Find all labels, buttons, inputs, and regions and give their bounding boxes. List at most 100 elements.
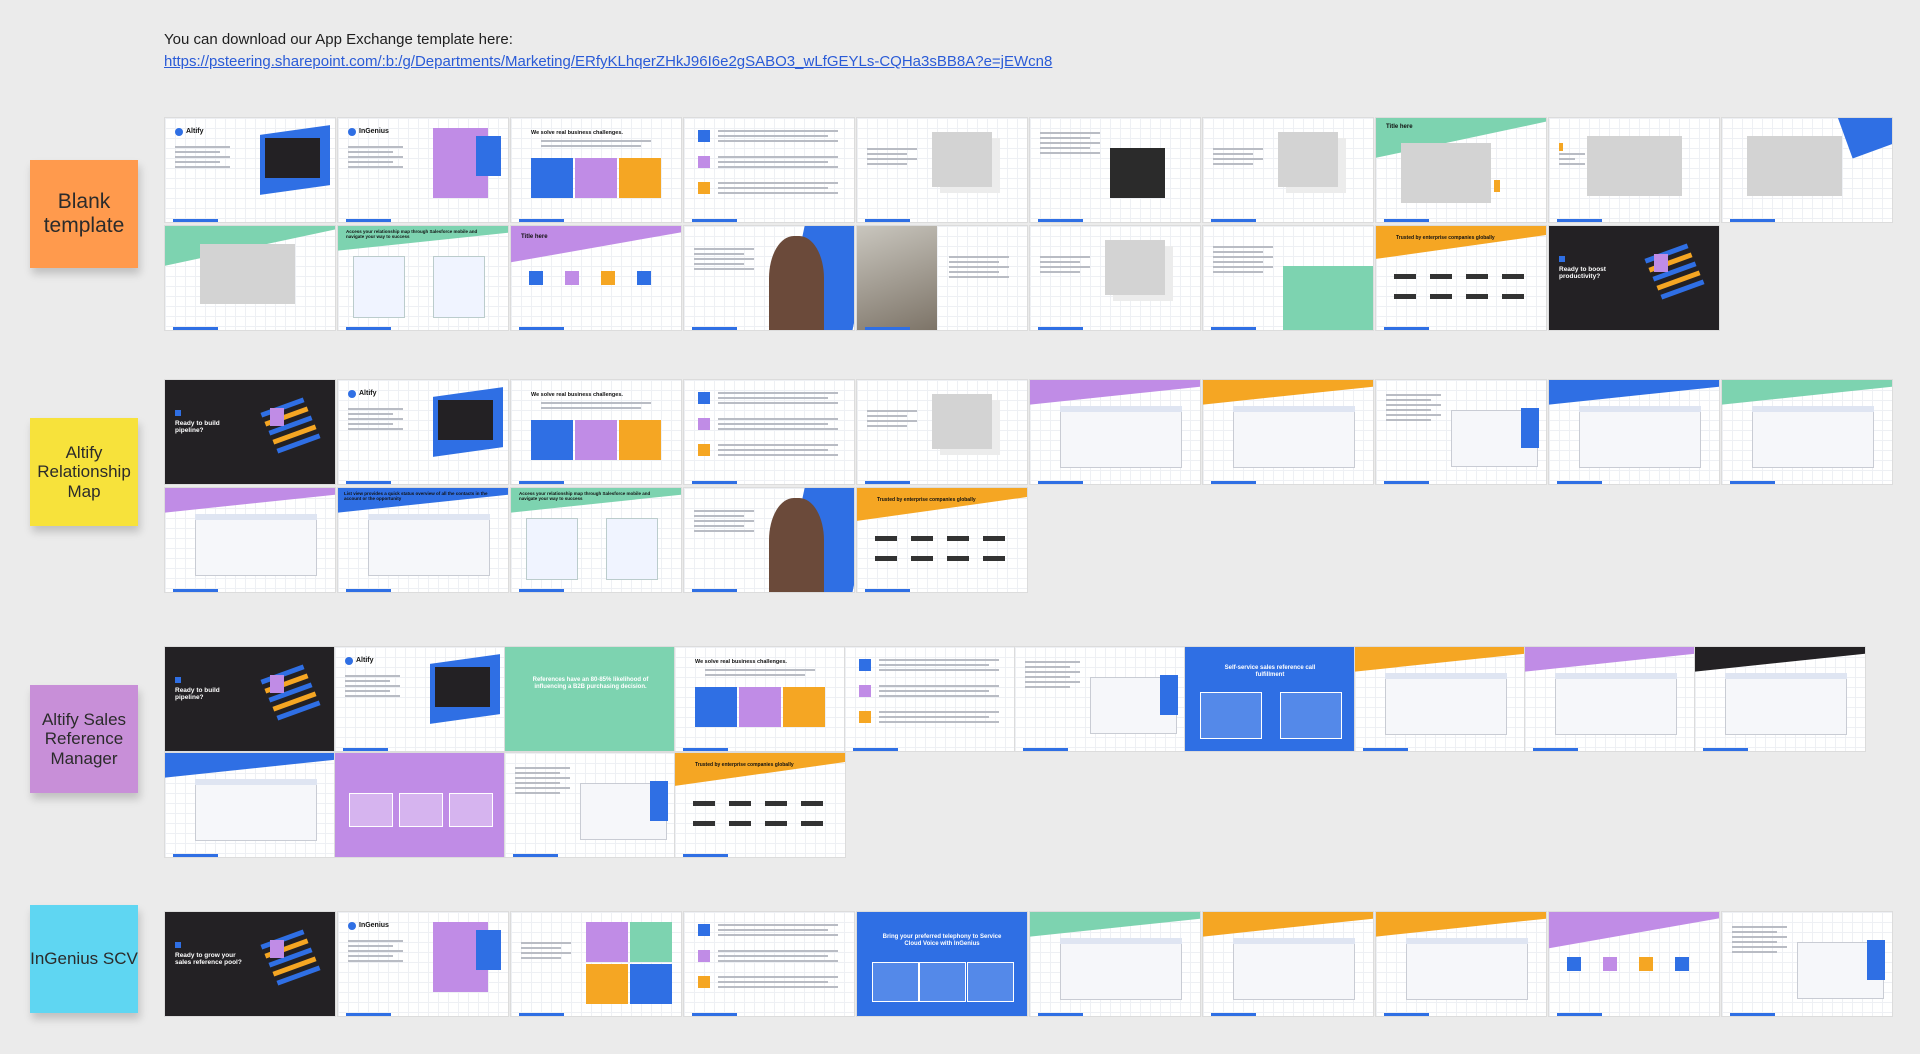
slide-thumbnail[interactable]: Trusted by enterprise companies globally (675, 753, 845, 857)
text-placeholder (867, 148, 917, 168)
orange-band (675, 753, 845, 787)
feature-icon (529, 271, 543, 285)
ui-header (1233, 938, 1355, 944)
slide-thumbnail[interactable]: Title here (511, 226, 681, 330)
slide-thumbnail[interactable] (1549, 912, 1719, 1016)
slide-heading: InGenius (359, 922, 389, 929)
slide-thumbnail[interactable]: Title here (857, 380, 1027, 484)
slide-thumbnail[interactable] (335, 753, 505, 857)
slide-heading: Trusted by enterprise companies globally (695, 762, 794, 768)
text-placeholder (1213, 148, 1263, 168)
slide-thumbnail[interactable]: Access your relationship map through Sal… (511, 488, 681, 592)
slide-thumbnail[interactable]: Trusted by enterprise companies globally (1376, 226, 1546, 330)
slide-thumbnail[interactable] (845, 647, 1015, 751)
tile-orange (619, 420, 661, 460)
slide-thumbnail[interactable] (1549, 380, 1719, 484)
text-placeholder (348, 940, 403, 965)
text-placeholder (718, 924, 838, 939)
sticky-note-2[interactable]: Altify Relationship Map (30, 418, 138, 526)
slide-thumbnail[interactable] (1355, 647, 1525, 751)
white-box (1200, 692, 1262, 739)
slide-thumbnail[interactable]: We solve real business challenges. (675, 647, 845, 751)
slide-thumbnail[interactable] (1203, 912, 1373, 1016)
company-logo (1430, 274, 1452, 279)
slide-footer-bar (1038, 1013, 1083, 1016)
slide-thumbnail[interactable]: Title here (1203, 118, 1373, 222)
slide-thumbnail[interactable] (1030, 380, 1200, 484)
slide-thumbnail[interactable]: InGenius (338, 912, 508, 1016)
slide-thumbnail[interactable]: List view provides a quick status overvi… (338, 488, 508, 592)
slide-thumbnail[interactable]: Trusted by enterprise companies globally (857, 488, 1027, 592)
tile-blue (531, 420, 573, 460)
slide-thumbnail[interactable] (511, 912, 681, 1016)
slide-thumbnail[interactable] (684, 226, 854, 330)
slide-thumbnail[interactable]: Title here (1376, 118, 1546, 222)
slide-thumbnail[interactable]: Ready to grow your sales reference pool? (165, 912, 335, 1016)
slide-thumbnail[interactable] (505, 753, 675, 857)
slide-thumbnail[interactable]: We solve real business challenges. (511, 380, 681, 484)
slide-thumbnail[interactable] (1030, 912, 1200, 1016)
slide-thumbnail[interactable] (1203, 226, 1373, 330)
slide-thumbnail[interactable]: Title here (1030, 226, 1200, 330)
slide-thumbnail[interactable]: Altify (335, 647, 505, 751)
slide-thumbnail[interactable] (1722, 912, 1892, 1016)
slide-thumbnail[interactable]: References have an 80-85% likelihood of … (505, 647, 675, 751)
slide-thumbnail[interactable] (684, 488, 854, 592)
slide-footer-bar (1211, 481, 1256, 484)
sticky-note-4[interactable]: InGenius SCV (30, 905, 138, 1013)
slide-thumbnail[interactable]: Ready to build pipeline? (165, 380, 335, 484)
slide-thumbnail[interactable]: InGenius (338, 118, 508, 222)
dark-card (438, 400, 493, 440)
slide-footer-bar (346, 219, 391, 222)
sticky-note-1[interactable]: Blank template (30, 160, 138, 268)
tile-blue (531, 158, 573, 198)
company-logo (875, 556, 897, 561)
logo-icon (345, 657, 353, 665)
text-placeholder (718, 156, 838, 171)
ui-header (1579, 406, 1701, 412)
slide-thumbnail[interactable] (1525, 647, 1695, 751)
slide-thumbnail[interactable] (684, 118, 854, 222)
slide-thumbnail[interactable] (1549, 118, 1719, 222)
slide-thumbnail[interactable]: Ready to boost productivity? (1549, 226, 1719, 330)
slide-thumbnail[interactable]: Ready to build pipeline? (165, 647, 335, 751)
flow-box (449, 793, 493, 827)
slide-footer-bar (683, 748, 728, 751)
slide-thumbnail[interactable]: Access your relationship map through Sal… (338, 226, 508, 330)
slide-thumbnail[interactable] (1203, 380, 1373, 484)
slide-heading: Access your relationship map through Sal… (346, 229, 478, 239)
slide-thumbnail[interactable]: Altify (338, 380, 508, 484)
slide-footer-bar (346, 327, 391, 330)
slide-thumbnail[interactable]: Title here (857, 118, 1027, 222)
slide-thumbnail[interactable] (1376, 380, 1546, 484)
ui-screenshot (1060, 938, 1182, 1000)
slide-thumbnail[interactable]: Self-service sales reference call fulfil… (1185, 647, 1355, 751)
ui-screenshot (195, 514, 317, 576)
slide-thumbnail[interactable] (1722, 118, 1892, 222)
slide-thumbnail[interactable] (165, 488, 335, 592)
logo-icon (348, 922, 356, 930)
slide-thumbnail[interactable] (1030, 118, 1200, 222)
slide-thumbnail[interactable] (1722, 380, 1892, 484)
slide-thumbnail[interactable] (1015, 647, 1185, 751)
sharepoint-link[interactable]: https://psteering.sharepoint.com/:b:/g/D… (164, 53, 1052, 70)
text-placeholder (718, 182, 838, 197)
flow-box (399, 793, 443, 827)
slide-thumbnail[interactable] (1695, 647, 1865, 751)
slide-thumbnail[interactable]: Bring your preferred telephony to Servic… (857, 912, 1027, 1016)
slide-footer-bar (173, 589, 218, 592)
slide-thumbnail[interactable] (684, 912, 854, 1016)
slide-thumbnail[interactable]: Altify (165, 118, 335, 222)
purple-square (1654, 254, 1668, 272)
company-logo (729, 801, 751, 806)
slide-footer-bar (692, 1013, 737, 1016)
sticky-note-3[interactable]: Altify Sales Reference Manager (30, 685, 138, 793)
tile-orange (586, 964, 628, 1004)
slide-thumbnail[interactable] (684, 380, 854, 484)
slide-thumbnail[interactable] (1376, 912, 1546, 1016)
slide-thumbnail[interactable] (857, 226, 1027, 330)
slide-thumbnail[interactable]: We solve real business challenges. (511, 118, 681, 222)
slide-thumbnail[interactable] (165, 226, 335, 330)
ui-screenshot (1725, 673, 1847, 735)
slide-thumbnail[interactable] (165, 753, 335, 857)
